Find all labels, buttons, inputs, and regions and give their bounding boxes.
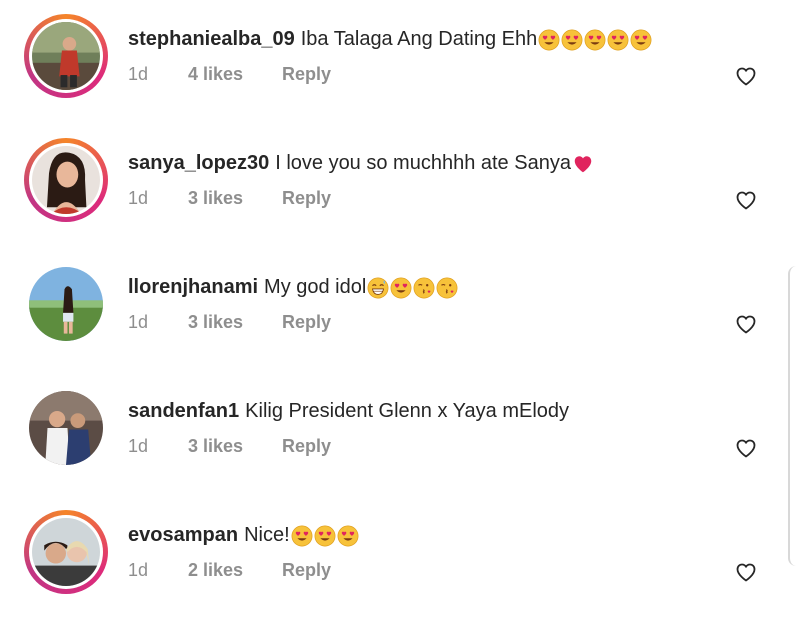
comment-likes-link[interactable]: 2 likes xyxy=(188,560,282,581)
comment-body: Kilig President Glenn x Yaya mElody xyxy=(245,400,570,422)
avatar[interactable] xyxy=(24,510,108,594)
comment-meta: 1d 3 likes Reply xyxy=(128,188,331,209)
avatar-image xyxy=(29,391,103,465)
comment-time: 1d xyxy=(128,560,149,580)
heart-eyes-emoji-icon xyxy=(291,525,313,547)
comment-text-line: evosampan Nice! xyxy=(128,524,359,547)
comment-row: sanya_lopez30 I love you so muchhhh ate … xyxy=(0,124,800,248)
comment-meta: 1d 3 likes Reply xyxy=(128,312,331,333)
comment-time: 1d xyxy=(128,312,149,332)
comment-text-line: llorenjhanami My god idol xyxy=(128,276,458,299)
kissing-heart-emoji-icon xyxy=(413,277,435,299)
avatar-image xyxy=(29,267,103,341)
comment-username[interactable]: llorenjhanami xyxy=(128,276,258,299)
reply-button[interactable]: Reply xyxy=(282,560,331,581)
scrollbar[interactable] xyxy=(788,266,800,566)
comment-likes-link[interactable]: 3 likes xyxy=(188,436,282,457)
comment-likes-link[interactable]: 3 likes xyxy=(188,312,282,333)
red-heart-emoji-icon xyxy=(572,153,594,175)
comment-row: stephaniealba_09 Iba Talaga Ang Dating E… xyxy=(0,0,800,124)
comment-time: 1d xyxy=(128,436,149,456)
reply-button[interactable]: Reply xyxy=(282,312,331,333)
comment-time: 1d xyxy=(128,64,149,84)
avatar[interactable] xyxy=(24,14,108,98)
heart-eyes-emoji-icon xyxy=(538,29,560,51)
comment-text-line: sandenfan1 Kilig President Glenn x Yaya … xyxy=(128,400,569,423)
comment-username[interactable]: sanya_lopez30 xyxy=(128,152,269,175)
avatar-image xyxy=(32,146,100,214)
avatar[interactable] xyxy=(24,138,108,222)
avatar[interactable] xyxy=(24,386,108,470)
heart-eyes-emoji-icon xyxy=(584,29,606,51)
heart-eyes-emoji-icon xyxy=(337,525,359,547)
comment-meta: 1d 3 likes Reply xyxy=(128,436,331,457)
like-heart-icon[interactable] xyxy=(734,188,758,212)
like-heart-icon[interactable] xyxy=(734,64,758,88)
comment-time: 1d xyxy=(128,188,149,208)
like-heart-icon[interactable] xyxy=(734,312,758,336)
heart-eyes-emoji-icon xyxy=(314,525,336,547)
comment-text-line: sanya_lopez30 I love you so muchhhh ate … xyxy=(128,152,594,175)
heart-eyes-emoji-icon xyxy=(561,29,583,51)
comment-meta: 1d 2 likes Reply xyxy=(128,560,331,581)
comment-likes-link[interactable]: 4 likes xyxy=(188,64,282,85)
comment-body: My god idol xyxy=(264,276,367,298)
comment-text-line: stephaniealba_09 Iba Talaga Ang Dating E… xyxy=(128,28,652,51)
comment-body: Nice! xyxy=(244,524,290,546)
kissing-heart-emoji-icon xyxy=(436,277,458,299)
comment-body: I love you so muchhhh ate Sanya xyxy=(275,152,571,174)
comment-row: evosampan Nice! 1d 2 likes Reply xyxy=(0,496,800,620)
heart-eyes-emoji-icon xyxy=(630,29,652,51)
avatar-image xyxy=(32,22,100,90)
grinning-sweat-emoji-icon xyxy=(367,277,389,299)
comment-meta: 1d 4 likes Reply xyxy=(128,64,331,85)
heart-eyes-emoji-icon xyxy=(390,277,412,299)
like-heart-icon[interactable] xyxy=(734,560,758,584)
comment-row: sandenfan1 Kilig President Glenn x Yaya … xyxy=(0,372,800,496)
comment-username[interactable]: stephaniealba_09 xyxy=(128,28,295,51)
comment-row: llorenjhanami My god idol 1d 3 likes Rep… xyxy=(0,248,800,372)
reply-button[interactable]: Reply xyxy=(282,64,331,85)
comment-likes-link[interactable]: 3 likes xyxy=(188,188,282,209)
avatar-image xyxy=(32,518,100,586)
comment-body: Iba Talaga Ang Dating Ehh xyxy=(300,28,538,50)
comment-username[interactable]: sandenfan1 xyxy=(128,400,239,423)
comment-username[interactable]: evosampan xyxy=(128,524,238,547)
reply-button[interactable]: Reply xyxy=(282,436,331,457)
heart-eyes-emoji-icon xyxy=(607,29,629,51)
reply-button[interactable]: Reply xyxy=(282,188,331,209)
avatar[interactable] xyxy=(24,262,108,346)
like-heart-icon[interactable] xyxy=(734,436,758,460)
